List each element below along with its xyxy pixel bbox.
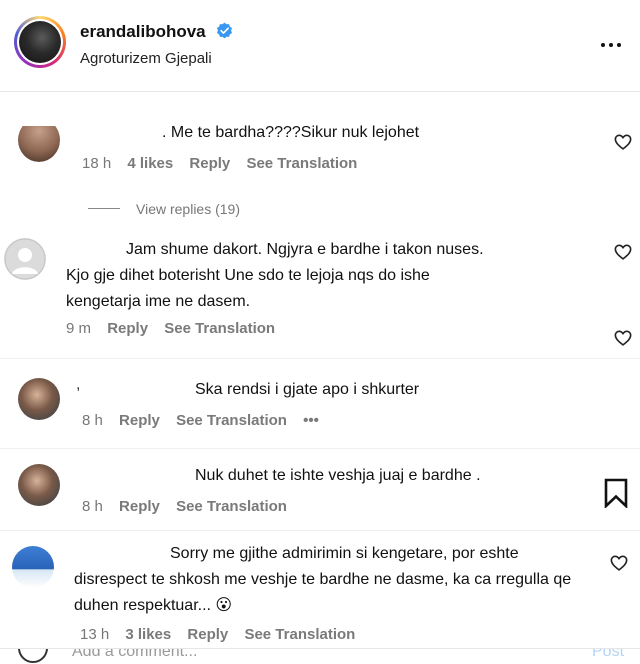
add-comment-bar: Add a comment... Post — [0, 648, 640, 664]
verified-badge-icon — [217, 22, 232, 39]
commenter-avatar[interactable] — [18, 378, 60, 420]
reply-button[interactable]: Reply — [187, 626, 228, 643]
username[interactable]: erandalibohova — [80, 22, 206, 42]
add-comment-input[interactable]: Add a comment... — [72, 649, 197, 661]
see-translation-button[interactable]: See Translation — [176, 498, 287, 515]
divider — [0, 358, 640, 359]
comment-more-options-icon[interactable]: ••• — [303, 412, 319, 429]
reply-button[interactable]: Reply — [119, 498, 160, 515]
default-user-icon — [4, 238, 46, 280]
commenter-avatar[interactable] — [18, 126, 60, 162]
commenter-avatar[interactable] — [18, 464, 60, 506]
like-heart-icon[interactable] — [614, 134, 632, 150]
comment-likes[interactable]: 4 likes — [127, 155, 173, 172]
comment-meta: 8 h Reply See Translation — [82, 498, 299, 515]
like-heart-icon[interactable] — [614, 330, 632, 346]
see-translation-button[interactable]: See Translation — [244, 626, 355, 643]
comment-text: Nuk duhet te ishte veshja juaj e bardhe … — [195, 467, 481, 484]
emoji-icon[interactable] — [18, 649, 48, 663]
comment-meta: 9 m Reply See Translation — [66, 320, 287, 337]
see-translation-button[interactable]: See Translation — [164, 320, 275, 337]
see-translation-button[interactable]: See Translation — [246, 155, 357, 172]
divider — [0, 448, 640, 449]
profile-avatar[interactable] — [14, 16, 66, 68]
comment-time: 8 h — [82, 498, 103, 515]
comment-text: Jam shume dakort. Ngjyra e bardhe i tako… — [66, 241, 484, 310]
comment-likes[interactable]: 3 likes — [125, 626, 171, 643]
divider — [0, 530, 640, 531]
comment-text: Ska rendsi i gjate apo i shkurter — [195, 381, 420, 398]
like-heart-icon[interactable] — [614, 244, 632, 260]
view-replies-button[interactable]: View replies (19) — [88, 200, 288, 218]
comment-text: . Me te bardha????Sikur nuk lejohet — [162, 124, 420, 141]
reply-button[interactable]: Reply — [107, 320, 148, 337]
commenter-avatar-default[interactable] — [4, 238, 46, 280]
comment-meta: 18 h 4 likes Reply See Translation — [82, 155, 369, 172]
reply-button[interactable]: Reply — [119, 412, 160, 429]
save-bookmark-icon[interactable] — [603, 478, 629, 508]
view-replies-label[interactable]: View replies (19) — [136, 201, 240, 217]
comment-meta: 8 h Reply See Translation ••• — [82, 412, 331, 429]
reply-button[interactable]: Reply — [189, 155, 230, 172]
see-translation-button[interactable]: See Translation — [176, 412, 287, 429]
like-heart-icon[interactable] — [610, 555, 628, 571]
comment-meta: 13 h 3 likes Reply See Translation — [80, 626, 367, 643]
comment-time: 13 h — [80, 626, 110, 643]
comment-time: 8 h — [82, 412, 103, 429]
comment-time: 9 m — [66, 320, 92, 337]
comment-text: Sorry me gjithe admirimin si kengetare, … — [74, 545, 572, 614]
post-header: erandalibohova Agroturizem Gjepali — [0, 0, 640, 92]
username-dot: , — [76, 376, 81, 393]
post-location[interactable]: Agroturizem Gjepali — [80, 50, 212, 67]
commenter-avatar[interactable] — [12, 546, 54, 588]
comment-time: 18 h — [82, 155, 112, 172]
post-button[interactable]: Post — [592, 649, 624, 661]
more-options-icon[interactable] — [601, 34, 627, 48]
